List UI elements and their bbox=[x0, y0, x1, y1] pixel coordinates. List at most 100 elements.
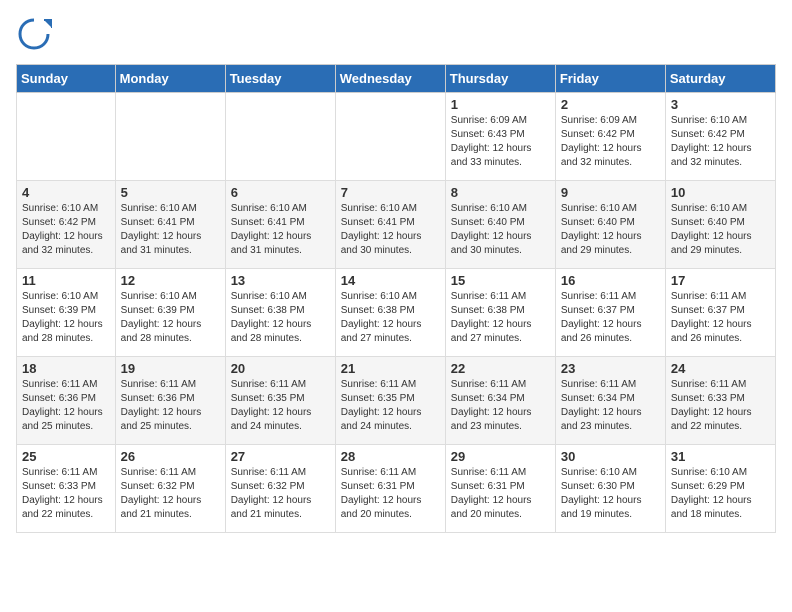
day-info: Sunrise: 6:10 AM Sunset: 6:42 PM Dayligh… bbox=[22, 202, 110, 258]
day-number: 30 bbox=[561, 449, 660, 464]
day-number: 24 bbox=[671, 361, 770, 376]
day-number: 15 bbox=[451, 273, 550, 288]
day-info: Sunrise: 6:10 AM Sunset: 6:38 PM Dayligh… bbox=[341, 290, 440, 346]
calendar-week-1: 1 Sunrise: 6:09 AM Sunset: 6:43 PM Daylig… bbox=[17, 93, 776, 181]
day-header-saturday: Saturday bbox=[665, 65, 775, 93]
day-header-friday: Friday bbox=[555, 65, 665, 93]
day-info: Sunrise: 6:11 AM Sunset: 6:38 PM Dayligh… bbox=[451, 290, 550, 346]
day-number: 8 bbox=[451, 185, 550, 200]
day-info: Sunrise: 6:10 AM Sunset: 6:41 PM Dayligh… bbox=[121, 202, 220, 258]
day-number: 10 bbox=[671, 185, 770, 200]
calendar-cell: 10 Sunrise: 6:10 AM Sunset: 6:40 PM Dayli… bbox=[665, 181, 775, 269]
day-info: Sunrise: 6:10 AM Sunset: 6:39 PM Dayligh… bbox=[22, 290, 110, 346]
calendar-cell bbox=[225, 93, 335, 181]
calendar-cell: 20 Sunrise: 6:11 AM Sunset: 6:35 PM Dayli… bbox=[225, 357, 335, 445]
calendar-week-2: 4 Sunrise: 6:10 AM Sunset: 6:42 PM Daylig… bbox=[17, 181, 776, 269]
calendar-cell: 19 Sunrise: 6:11 AM Sunset: 6:36 PM Dayli… bbox=[115, 357, 225, 445]
day-info: Sunrise: 6:11 AM Sunset: 6:33 PM Dayligh… bbox=[671, 378, 770, 434]
day-number: 1 bbox=[451, 97, 550, 112]
calendar-week-5: 25 Sunrise: 6:11 AM Sunset: 6:33 PM Dayli… bbox=[17, 445, 776, 533]
day-info: Sunrise: 6:11 AM Sunset: 6:37 PM Dayligh… bbox=[561, 290, 660, 346]
calendar-cell bbox=[115, 93, 225, 181]
logo-icon bbox=[16, 16, 52, 52]
day-number: 28 bbox=[341, 449, 440, 464]
calendar-cell: 11Sunrise: 6:10 AM Sunset: 6:39 PM Dayli… bbox=[17, 269, 116, 357]
day-number: 25 bbox=[22, 449, 110, 464]
day-header-tuesday: Tuesday bbox=[225, 65, 335, 93]
day-number: 12 bbox=[121, 273, 220, 288]
day-info: Sunrise: 6:11 AM Sunset: 6:37 PM Dayligh… bbox=[671, 290, 770, 346]
calendar-cell: 4 Sunrise: 6:10 AM Sunset: 6:42 PM Daylig… bbox=[17, 181, 116, 269]
logo bbox=[16, 16, 56, 52]
calendar-body: 1 Sunrise: 6:09 AM Sunset: 6:43 PM Daylig… bbox=[17, 93, 776, 533]
day-info: Sunrise: 6:10 AM Sunset: 6:29 PM Dayligh… bbox=[671, 466, 770, 522]
day-info: Sunrise: 6:10 AM Sunset: 6:40 PM Dayligh… bbox=[671, 202, 770, 258]
page-header bbox=[16, 16, 776, 52]
day-number: 6 bbox=[231, 185, 330, 200]
day-header-monday: Monday bbox=[115, 65, 225, 93]
day-info: Sunrise: 6:09 AM Sunset: 6:42 PM Dayligh… bbox=[561, 114, 660, 170]
calendar-cell: 15 Sunrise: 6:11 AM Sunset: 6:38 PM Dayli… bbox=[445, 269, 555, 357]
calendar-table: SundayMondayTuesdayWednesdayThursdayFrid… bbox=[16, 64, 776, 533]
calendar-cell bbox=[335, 93, 445, 181]
day-number: 17 bbox=[671, 273, 770, 288]
calendar-cell: 3 Sunrise: 6:10 AM Sunset: 6:42 PM Daylig… bbox=[665, 93, 775, 181]
day-number: 23 bbox=[561, 361, 660, 376]
day-number: 18 bbox=[22, 361, 110, 376]
calendar-week-3: 11Sunrise: 6:10 AM Sunset: 6:39 PM Dayli… bbox=[17, 269, 776, 357]
day-number: 13 bbox=[231, 273, 330, 288]
day-info: Sunrise: 6:11 AM Sunset: 6:31 PM Dayligh… bbox=[341, 466, 440, 522]
day-info: Sunrise: 6:11 AM Sunset: 6:34 PM Dayligh… bbox=[561, 378, 660, 434]
day-number: 31 bbox=[671, 449, 770, 464]
day-number: 27 bbox=[231, 449, 330, 464]
calendar-cell: 12 Sunrise: 6:10 AM Sunset: 6:39 PM Dayli… bbox=[115, 269, 225, 357]
calendar-cell: 8 Sunrise: 6:10 AM Sunset: 6:40 PM Daylig… bbox=[445, 181, 555, 269]
calendar-cell: 2Sunrise: 6:09 AM Sunset: 6:42 PM Daylig… bbox=[555, 93, 665, 181]
calendar-cell: 28 Sunrise: 6:11 AM Sunset: 6:31 PM Dayli… bbox=[335, 445, 445, 533]
calendar-header-row: SundayMondayTuesdayWednesdayThursdayFrid… bbox=[17, 65, 776, 93]
day-number: 19 bbox=[121, 361, 220, 376]
calendar-cell: 30 Sunrise: 6:10 AM Sunset: 6:30 PM Dayli… bbox=[555, 445, 665, 533]
day-info: Sunrise: 6:10 AM Sunset: 6:41 PM Dayligh… bbox=[341, 202, 440, 258]
day-info: Sunrise: 6:10 AM Sunset: 6:42 PM Dayligh… bbox=[671, 114, 770, 170]
calendar-cell: 22Sunrise: 6:11 AM Sunset: 6:34 PM Dayli… bbox=[445, 357, 555, 445]
calendar-cell: 24 Sunrise: 6:11 AM Sunset: 6:33 PM Dayli… bbox=[665, 357, 775, 445]
calendar-cell: 7 Sunrise: 6:10 AM Sunset: 6:41 PM Daylig… bbox=[335, 181, 445, 269]
day-info: Sunrise: 6:09 AM Sunset: 6:43 PM Dayligh… bbox=[451, 114, 550, 170]
calendar-cell: 31 Sunrise: 6:10 AM Sunset: 6:29 PM Dayli… bbox=[665, 445, 775, 533]
day-info: Sunrise: 6:10 AM Sunset: 6:30 PM Dayligh… bbox=[561, 466, 660, 522]
day-info: Sunrise: 6:11 AM Sunset: 6:36 PM Dayligh… bbox=[121, 378, 220, 434]
day-number: 7 bbox=[341, 185, 440, 200]
day-number: 20 bbox=[231, 361, 330, 376]
day-number: 3 bbox=[671, 97, 770, 112]
calendar-week-4: 18 Sunrise: 6:11 AM Sunset: 6:36 PM Dayli… bbox=[17, 357, 776, 445]
day-info: Sunrise: 6:10 AM Sunset: 6:39 PM Dayligh… bbox=[121, 290, 220, 346]
calendar-cell: 27 Sunrise: 6:11 AM Sunset: 6:32 PM Dayli… bbox=[225, 445, 335, 533]
calendar-cell: 14 Sunrise: 6:10 AM Sunset: 6:38 PM Dayli… bbox=[335, 269, 445, 357]
day-header-sunday: Sunday bbox=[17, 65, 116, 93]
day-info: Sunrise: 6:10 AM Sunset: 6:41 PM Dayligh… bbox=[231, 202, 330, 258]
day-number: 29 bbox=[451, 449, 550, 464]
day-info: Sunrise: 6:11 AM Sunset: 6:32 PM Dayligh… bbox=[231, 466, 330, 522]
day-info: Sunrise: 6:11 AM Sunset: 6:32 PM Dayligh… bbox=[121, 466, 220, 522]
day-number: 14 bbox=[341, 273, 440, 288]
calendar-cell: 18 Sunrise: 6:11 AM Sunset: 6:36 PM Dayli… bbox=[17, 357, 116, 445]
calendar-cell: 21Sunrise: 6:11 AM Sunset: 6:35 PM Dayli… bbox=[335, 357, 445, 445]
calendar-cell: 16Sunrise: 6:11 AM Sunset: 6:37 PM Dayli… bbox=[555, 269, 665, 357]
calendar-cell: 9Sunrise: 6:10 AM Sunset: 6:40 PM Daylig… bbox=[555, 181, 665, 269]
day-info: Sunrise: 6:11 AM Sunset: 6:35 PM Dayligh… bbox=[231, 378, 330, 434]
day-info: Sunrise: 6:10 AM Sunset: 6:40 PM Dayligh… bbox=[561, 202, 660, 258]
day-number: 26 bbox=[121, 449, 220, 464]
calendar-cell: 6 Sunrise: 6:10 AM Sunset: 6:41 PM Daylig… bbox=[225, 181, 335, 269]
day-info: Sunrise: 6:11 AM Sunset: 6:34 PM Dayligh… bbox=[451, 378, 550, 434]
day-header-wednesday: Wednesday bbox=[335, 65, 445, 93]
day-info: Sunrise: 6:11 AM Sunset: 6:36 PM Dayligh… bbox=[22, 378, 110, 434]
day-info: Sunrise: 6:10 AM Sunset: 6:40 PM Dayligh… bbox=[451, 202, 550, 258]
calendar-cell: 5Sunrise: 6:10 AM Sunset: 6:41 PM Daylig… bbox=[115, 181, 225, 269]
calendar-cell bbox=[17, 93, 116, 181]
day-info: Sunrise: 6:11 AM Sunset: 6:31 PM Dayligh… bbox=[451, 466, 550, 522]
day-number: 4 bbox=[22, 185, 110, 200]
day-info: Sunrise: 6:10 AM Sunset: 6:38 PM Dayligh… bbox=[231, 290, 330, 346]
day-info: Sunrise: 6:11 AM Sunset: 6:33 PM Dayligh… bbox=[22, 466, 110, 522]
day-info: Sunrise: 6:11 AM Sunset: 6:35 PM Dayligh… bbox=[341, 378, 440, 434]
